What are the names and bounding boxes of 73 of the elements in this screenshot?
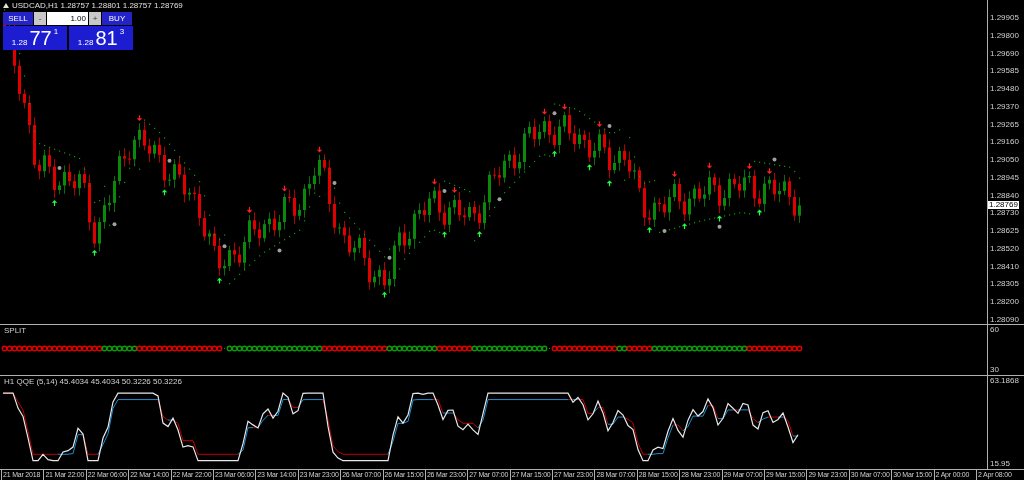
signal-dot <box>607 124 612 129</box>
up-arrow-icon <box>551 150 558 158</box>
price-label: 1.29370 <box>989 101 1020 111</box>
down-arrow-icon <box>316 146 323 153</box>
triangle-icon <box>3 3 9 8</box>
signal-dot <box>332 181 337 186</box>
down-arrow-icon <box>246 206 253 213</box>
up-arrow-icon <box>586 164 593 171</box>
price-label: 1.28305 <box>989 279 1020 289</box>
panel-title: SPLIT <box>4 326 27 335</box>
up-arrow-icon <box>606 180 613 187</box>
price-label: 1.29905 <box>989 13 1020 22</box>
down-arrow-icon <box>671 170 678 177</box>
price-label: 1.29800 <box>989 30 1020 40</box>
price-label: 1.28200 <box>989 297 1020 306</box>
signal-dot <box>167 158 172 163</box>
down-arrow-icon <box>766 167 773 175</box>
price-label: 1.29585 <box>989 66 1020 76</box>
signal-dot <box>387 255 392 260</box>
sell-button[interactable]: SELL <box>3 12 33 25</box>
up-arrow-icon <box>646 227 653 234</box>
price-label: 1.28625 <box>989 226 1020 235</box>
down-arrow-icon <box>281 185 288 192</box>
price-label: 1.28090 <box>989 314 1020 324</box>
up-arrow-icon <box>716 215 723 223</box>
current-price-label: 1.28769 <box>988 200 1019 209</box>
price-label: 1.28730 <box>989 208 1020 218</box>
signal-dot <box>717 224 722 229</box>
decrease-button[interactable]: - <box>34 12 46 25</box>
scale-label: 60 <box>989 325 1000 334</box>
price-label: 1.28410 <box>989 261 1020 271</box>
panel-title: H1 QQE (5,14) 45.4034 45.4034 50.3226 50.3226 <box>4 377 182 386</box>
down-arrow-icon <box>136 114 143 122</box>
signal-dot <box>772 157 777 162</box>
down-arrow-icon <box>746 162 753 170</box>
signal-dot <box>497 197 502 202</box>
signal-dot <box>552 111 557 116</box>
up-arrow-icon <box>51 200 58 207</box>
up-arrow-icon <box>441 231 448 238</box>
chart-title: USDCAD,H1 1.28757 1.28801 1.28757 1.28769 <box>12 1 183 10</box>
down-arrow-icon <box>431 178 438 185</box>
price-label: 1.29690 <box>989 48 1020 58</box>
scale-label: 63.1868 <box>989 376 1020 385</box>
price-label: 1.29480 <box>989 84 1020 93</box>
lot-input-field[interactable]: 1.00 <box>47 12 88 25</box>
price-label: 1.29160 <box>989 137 1020 147</box>
down-arrow-icon <box>541 108 548 115</box>
down-arrow-icon <box>561 103 568 110</box>
down-arrow-icon <box>706 162 713 169</box>
signal-dot <box>442 189 447 194</box>
signal-dot <box>662 228 667 233</box>
signal-dot <box>57 166 62 170</box>
increase-button[interactable]: + <box>89 12 101 25</box>
down-arrow-icon <box>596 120 603 127</box>
up-arrow-icon <box>381 291 388 299</box>
signal-dot <box>112 222 117 227</box>
price-label: 1.29050 <box>989 155 1020 164</box>
price-label: 1.28520 <box>989 243 1020 253</box>
price-label: 1.29265 <box>989 119 1020 129</box>
scale-label: 15.95 <box>989 459 1012 468</box>
signal-dot <box>277 248 282 253</box>
up-arrow-icon <box>756 209 763 217</box>
up-arrow-icon <box>91 249 98 257</box>
scale-label: 30 <box>989 365 1000 374</box>
up-arrow-icon <box>161 189 168 196</box>
signal-dot <box>222 244 227 249</box>
buy-button[interactable]: BUY <box>102 12 132 25</box>
price-label: 1.28840 <box>989 190 1020 200</box>
up-arrow-icon <box>476 231 483 238</box>
up-arrow-icon <box>681 223 688 230</box>
up-arrow-icon <box>216 277 223 285</box>
down-arrow-icon <box>451 186 458 193</box>
price-label: 1.28945 <box>989 172 1020 182</box>
